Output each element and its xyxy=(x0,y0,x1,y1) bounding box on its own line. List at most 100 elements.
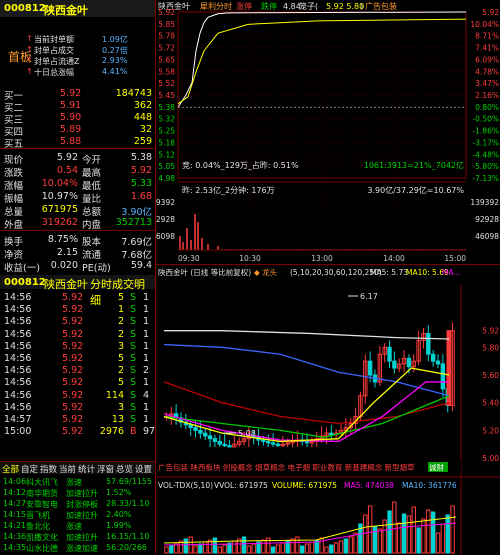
kline-chart[interactable]: 陕西金叶 (日线 等比前复权) ◆ 龙头 (5,10,20,30,60,120,25… xyxy=(156,265,500,555)
divider xyxy=(0,230,155,231)
tick-time: 14:56 xyxy=(4,316,32,328)
seal-label: 十日总涨幅 xyxy=(34,68,74,77)
quote-label: 股本 xyxy=(82,237,102,248)
tab-3[interactable]: 当前 xyxy=(59,463,76,475)
tick-direction: S xyxy=(130,340,137,352)
tab-7[interactable]: 设置 xyxy=(135,463,152,475)
news-stock[interactable]: 安靠智电 xyxy=(26,499,58,510)
tab-0[interactable]: 全部 xyxy=(2,463,19,475)
tick-time: 14:56 xyxy=(4,365,32,377)
kline-axis-label: 5.60 xyxy=(482,371,499,380)
volume-bar xyxy=(275,544,281,554)
price-axis-left-label: 5.45 xyxy=(158,91,175,100)
kline-axis-label: 5.40 xyxy=(482,399,499,408)
order-price: 5.90 xyxy=(60,112,82,123)
candle-body xyxy=(188,424,193,429)
candle-body xyxy=(275,443,281,447)
volume-bar xyxy=(270,546,276,554)
tab-5[interactable]: 浮窗 xyxy=(97,463,114,475)
news-event: 涨速 xyxy=(66,478,82,487)
tick-volume: 5 xyxy=(117,353,124,364)
volume-bar xyxy=(372,526,378,554)
price-axis-right-label: -1.86% xyxy=(472,127,499,136)
tick-count: 1 xyxy=(143,340,150,352)
candle-body xyxy=(406,357,412,368)
candle-body xyxy=(304,440,310,444)
price-axis-left-label: 5.38 xyxy=(158,103,175,112)
volume-bar xyxy=(329,544,334,554)
volume-bar xyxy=(319,537,324,554)
tick-price: 5.92 xyxy=(62,414,84,425)
seal-value: 2.93% xyxy=(102,56,128,65)
quote-label: 总额 xyxy=(82,207,102,218)
news-event: 加速拉升 xyxy=(66,533,98,542)
intraday-chart[interactable]: 陕西金叶 犀利分时 涨停 跌停 4.84笼子(5.92 5.80) 广告包装5.925.8… xyxy=(156,0,500,265)
volume-axis-right: 139392 xyxy=(470,198,499,207)
volume-bar xyxy=(164,546,169,554)
quote-label: 最高 xyxy=(82,168,102,179)
intraday-info-item: 涨停 xyxy=(236,1,252,11)
news-stock[interactable]: 鲁北化 xyxy=(26,521,50,532)
price-axis-right-label: -0.50% xyxy=(472,115,499,124)
tick-time: 14:56 xyxy=(4,328,32,340)
news-stock[interactable]: 山水比德 xyxy=(26,543,58,554)
volume-bar xyxy=(338,540,344,554)
tick-time: 14:57 xyxy=(4,414,32,425)
quote-label: 外盘 xyxy=(4,220,24,231)
volume-axis-right: 46098 xyxy=(475,232,499,241)
candle-body xyxy=(329,432,334,436)
price-axis-right-label: 7.41% xyxy=(475,44,499,53)
price-axis-right-label: 10.04% xyxy=(470,20,499,29)
news-stock[interactable]: 晋飞机 xyxy=(26,510,50,521)
volume-bar xyxy=(198,543,203,554)
tick-direction: S xyxy=(130,401,137,413)
tick-volume: 3 xyxy=(117,401,124,413)
ticks-stock-code: 000812 xyxy=(4,277,46,288)
news-time: 14:12 xyxy=(3,488,27,497)
quote-value: 2.15 xyxy=(56,247,78,258)
order-price: 5.88 xyxy=(60,136,82,147)
quote-label: 净资 xyxy=(4,250,24,261)
tab-6[interactable]: 总览 xyxy=(116,463,133,475)
kline-header-item: (5,10,20,30,60,120,250) xyxy=(290,268,382,277)
volume-bar xyxy=(251,543,256,554)
news-time: 14:27 xyxy=(3,499,27,508)
news-stock[interactable]: 凯撒文化 xyxy=(26,532,58,543)
price-axis-right-label: 6.09% xyxy=(475,55,499,64)
news-value: 28.33/1.10 xyxy=(106,499,150,508)
price-axis-left-label: 5.12 xyxy=(158,150,175,159)
tick-count: 1 xyxy=(143,353,150,364)
quote-value: 10.97% xyxy=(41,191,78,202)
volume-bar xyxy=(343,538,349,554)
seal-value: 4.41% xyxy=(102,67,128,76)
candle-body xyxy=(198,429,203,434)
quote-value: 352713 xyxy=(115,217,152,228)
tab-2[interactable]: 指数 xyxy=(40,463,57,475)
volume-bar xyxy=(387,510,392,554)
volume-bar xyxy=(363,514,368,554)
quote-value: 59.4 xyxy=(130,260,152,271)
news-stock[interactable]: 科大讯飞 xyxy=(26,477,58,488)
tab-1[interactable]: 自定 xyxy=(21,463,38,475)
ma10-line xyxy=(163,381,450,443)
candle-body xyxy=(212,438,218,442)
volume-bar xyxy=(203,541,208,554)
quote-label: 振幅 xyxy=(4,194,24,205)
volume-bar xyxy=(193,545,198,554)
tab-4[interactable]: 统计 xyxy=(78,463,95,475)
price-axis-left-label: 4.98 xyxy=(158,174,175,183)
tick-price: 5.92 xyxy=(62,304,84,316)
quote-value: 5.38 xyxy=(130,152,152,163)
tick-volume: 2 xyxy=(117,316,124,328)
tick-direction: S xyxy=(130,414,137,425)
volume-bar xyxy=(435,532,441,554)
price-axis-right-label: 8.71% xyxy=(475,32,499,41)
news-stock[interactable]: 南华期货 xyxy=(26,488,58,499)
candle-body xyxy=(193,427,198,431)
price-axis-left-label: 5.78 xyxy=(158,32,175,41)
volume-bar xyxy=(421,518,426,554)
volume-bar xyxy=(280,542,286,554)
stock-name[interactable]: 陕西金叶 xyxy=(44,2,88,18)
kline-header-item: MA5: 5.73 xyxy=(370,268,408,277)
price-axis-left-label: 5.72 xyxy=(158,44,175,53)
